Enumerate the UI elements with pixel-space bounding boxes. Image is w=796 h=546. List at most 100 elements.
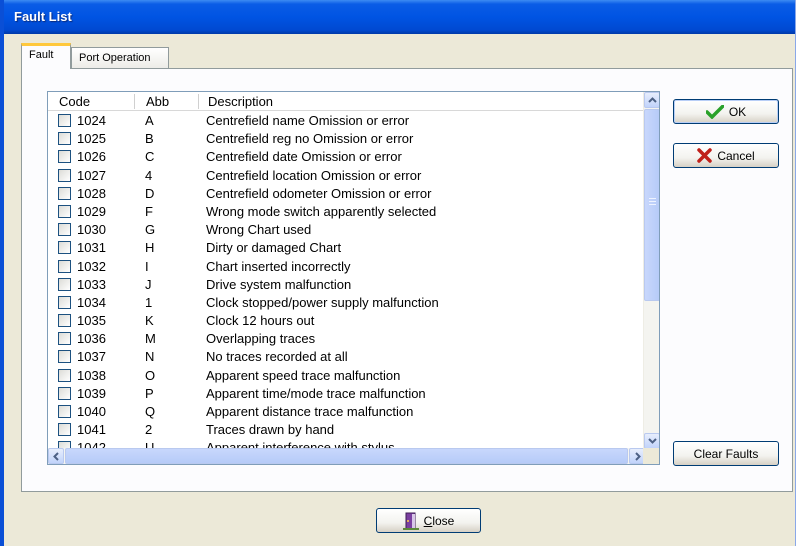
scroll-corner <box>643 448 659 464</box>
row-checkbox[interactable] <box>58 386 71 400</box>
list-header: Code Abb Description <box>48 92 645 111</box>
close-button[interactable]: Close <box>376 508 481 533</box>
row-code: 1029 <box>77 203 106 219</box>
row-abb: F <box>145 203 153 219</box>
checkmark-icon <box>705 104 724 119</box>
title-bar[interactable]: Fault List <box>4 0 795 34</box>
list-row[interactable]: 1039 P Apparent time/mode trace malfunctio… <box>48 384 645 402</box>
row-checkbox[interactable] <box>58 186 71 200</box>
row-abb: C <box>145 149 155 165</box>
scroll-thumb[interactable] <box>644 109 659 301</box>
row-description: Apparent time/mode trace malfunction <box>206 385 426 401</box>
fault-list-window: Fault List Fault Port Operation Code Abb… <box>0 0 796 546</box>
tab-fault[interactable]: Fault <box>21 43 71 69</box>
row-checkbox[interactable] <box>58 277 71 291</box>
row-abb: P <box>145 385 154 401</box>
column-divider[interactable] <box>134 94 135 109</box>
horizontal-scroll-thumb[interactable] <box>65 448 628 464</box>
row-code: 1033 <box>77 276 106 292</box>
row-code: 1027 <box>77 167 106 183</box>
vertical-scrollbar[interactable] <box>643 92 659 449</box>
list-row[interactable]: 1025 B Centrefield reg no Omission or erro… <box>48 129 645 147</box>
row-abb: A <box>145 113 154 128</box>
list-row[interactable]: 1036 M Overlapping traces <box>48 329 645 347</box>
row-checkbox[interactable] <box>58 314 71 328</box>
x-mark-icon <box>697 148 713 163</box>
row-checkbox[interactable] <box>58 332 71 346</box>
ok-button[interactable]: OK <box>673 99 779 124</box>
row-code: 1038 <box>77 367 106 383</box>
row-abb: M <box>145 331 156 347</box>
column-header-abb[interactable]: Abb <box>146 94 169 109</box>
list-row[interactable]: 1030 G Wrong Chart used <box>48 220 645 238</box>
row-checkbox[interactable] <box>58 150 71 164</box>
row-code: 1036 <box>77 331 106 347</box>
list-row[interactable]: 1027 4 Centrefield location Omission or er… <box>48 166 645 184</box>
row-checkbox[interactable] <box>58 114 71 127</box>
row-description: Apparent speed trace malfunction <box>206 367 401 383</box>
row-description: Wrong Chart used <box>206 222 312 238</box>
list-row[interactable]: 1040 Q Apparent distance trace malfunction <box>48 402 645 420</box>
row-checkbox[interactable] <box>58 168 71 182</box>
scroll-left-button[interactable] <box>48 448 64 464</box>
column-header-description[interactable]: Description <box>208 94 273 109</box>
clear-faults-button[interactable]: Clear Faults <box>673 441 779 466</box>
tab-port-operation[interactable]: Port Operation <box>71 47 169 69</box>
row-abb: G <box>145 222 156 238</box>
cancel-label: Cancel <box>717 148 755 163</box>
row-description: Overlapping traces <box>206 331 316 347</box>
row-checkbox[interactable] <box>58 241 71 255</box>
row-code: 1031 <box>77 240 106 256</box>
list-row[interactable]: 1024 A Centrefield name Omission or error <box>48 111 645 129</box>
row-description: Traces drawn by hand <box>206 422 335 438</box>
column-header-code[interactable]: Code <box>59 94 90 109</box>
row-code: 1040 <box>77 404 106 419</box>
row-code: 1039 <box>77 385 106 401</box>
row-checkbox[interactable] <box>58 368 71 382</box>
fault-tab-panel: Code Abb Description 1024 A Centrefield na… <box>21 68 793 492</box>
row-code: 1041 <box>77 422 106 438</box>
row-checkbox[interactable] <box>58 223 71 237</box>
list-row[interactable]: 1032 I Chart inserted incorrectly <box>48 257 645 275</box>
list-row[interactable]: 1029 F Wrong mode switch apparently select… <box>48 202 645 220</box>
list-body: 1024 A Centrefield name Omission or error 1… <box>48 111 645 451</box>
list-row[interactable]: 1041 2 Traces drawn by hand <box>48 420 645 438</box>
list-row[interactable]: 1031 H Dirty or damaged Chart <box>48 238 645 256</box>
row-checkbox[interactable] <box>58 295 71 309</box>
row-code: 1028 <box>77 185 106 201</box>
list-row[interactable]: 1026 C Centrefield date Omission or error <box>48 147 645 165</box>
close-label: Close <box>423 513 455 528</box>
row-checkbox[interactable] <box>58 350 71 364</box>
row-description: Centrefield location Omission or error <box>206 167 422 183</box>
scroll-up-button[interactable] <box>644 92 659 108</box>
row-checkbox[interactable] <box>58 132 71 146</box>
row-checkbox[interactable] <box>58 405 71 418</box>
cancel-button[interactable]: Cancel <box>673 143 779 168</box>
row-description: Centrefield odometer Omission or error <box>206 185 432 201</box>
horizontal-scrollbar[interactable] <box>48 448 645 464</box>
row-abb: B <box>145 131 154 147</box>
row-abb: N <box>145 349 155 365</box>
chevron-down-icon <box>648 438 657 444</box>
row-abb: K <box>145 313 154 329</box>
chevron-up-icon <box>648 97 657 103</box>
row-checkbox[interactable] <box>58 423 71 437</box>
list-row[interactable]: 1038 O Apparent speed trace malfunction <box>48 366 645 384</box>
column-divider[interactable] <box>198 94 199 109</box>
list-row[interactable]: 1035 K Clock 12 hours out <box>48 311 645 329</box>
row-description: Centrefield reg no Omission or error <box>206 131 414 147</box>
row-code: 1037 <box>77 349 106 365</box>
scroll-down-button[interactable] <box>644 433 659 449</box>
fault-list[interactable]: Code Abb Description 1024 A Centrefield na… <box>47 91 660 465</box>
row-checkbox[interactable] <box>58 204 71 218</box>
list-row[interactable]: 1028 D Centrefield odometer Omission or er… <box>48 184 645 202</box>
list-row[interactable]: 1033 J Drive system malfunction <box>48 275 645 293</box>
row-description: Clock 12 hours out <box>206 313 315 329</box>
list-row[interactable]: 1037 N No traces recorded at all <box>48 347 645 365</box>
clear-faults-label: Clear Faults <box>693 446 759 461</box>
row-code: 1032 <box>77 258 106 274</box>
row-description: Apparent distance trace malfunction <box>206 404 414 419</box>
list-row[interactable]: 1034 1 Clock stopped/power supply malfunct… <box>48 293 645 311</box>
row-checkbox[interactable] <box>58 259 71 273</box>
row-description: Clock stopped/power supply malfunction <box>206 294 439 310</box>
